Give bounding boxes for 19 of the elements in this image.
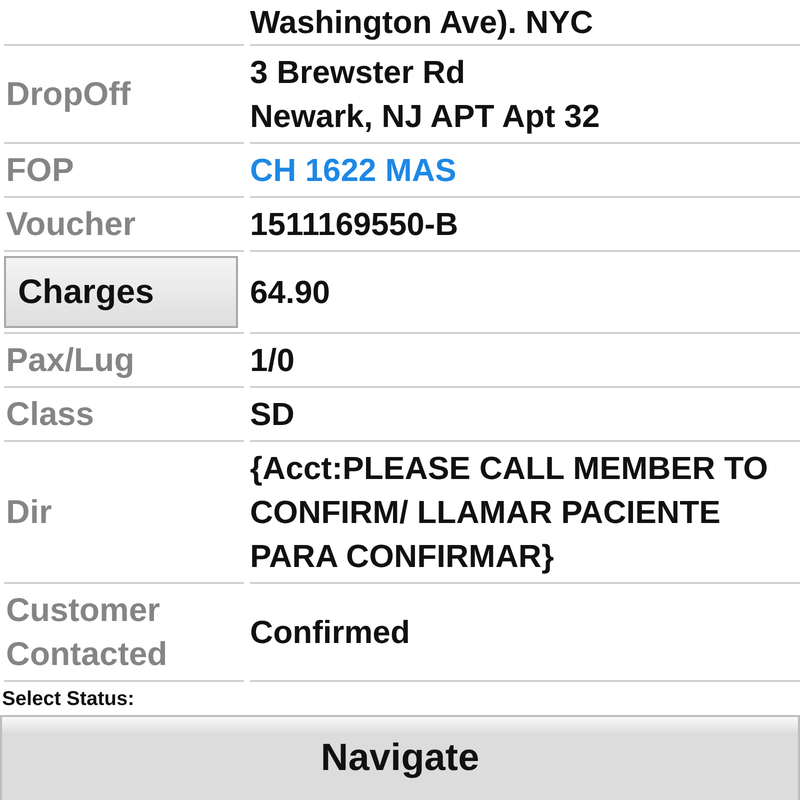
field-label: Customer Contacted: [5, 590, 168, 674]
payment-link[interactable]: CH 1622 MAS: [250, 148, 456, 192]
field-label: Pax/Lug: [5, 340, 134, 380]
field-value: SD: [250, 395, 294, 434]
navigate-button[interactable]: Navigate: [0, 715, 800, 800]
charges-button[interactable]: Charges: [4, 256, 238, 328]
field-value: Confirmed: [250, 613, 410, 652]
field-value: {Acct:PLEASE CALL MEMBER TO CONFIRM/ LLAMAR PACIENTE PARA CONFIRMAR}: [250, 449, 769, 576]
field-label: FOP: [5, 150, 74, 190]
field-label: DropOff: [5, 74, 131, 114]
field-value: 64.90: [250, 273, 330, 312]
field-value: 1/0: [250, 341, 294, 380]
field-label: Class: [5, 394, 94, 434]
field-label: Dir: [5, 492, 52, 532]
field-value: 3 Brewster Rd Newark, NJ APT Apt 32: [250, 53, 600, 136]
select-status-label: Select Status:: [1, 687, 136, 712]
field-value: Washington Ave). NYC: [250, 4, 594, 40]
field-label: Voucher: [5, 204, 136, 244]
field-value: 1511169550-B: [250, 205, 458, 244]
